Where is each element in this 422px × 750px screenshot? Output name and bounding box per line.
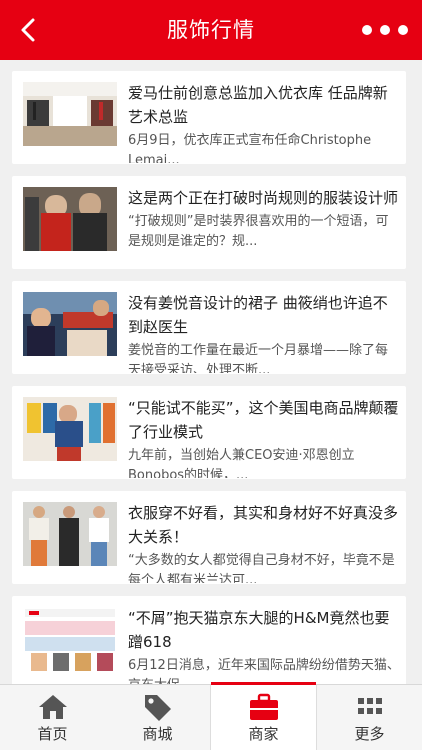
article-thumbnail	[23, 502, 117, 566]
tab-home-label: 首页	[37, 725, 68, 743]
dot-icon	[398, 25, 408, 35]
bottom-tab-bar: 首页 商城 商家 更多	[0, 682, 422, 750]
article-list: 爱马仕前创意总监加入优衣库 任品牌新艺术总监 6月9日，优衣库正式宣布任命Chr…	[0, 60, 422, 684]
list-item[interactable]: 衣服穿不好看，其实和身材好不好真没多大关系！ “大多数的女人都觉得自己身材不好，…	[12, 491, 406, 584]
article-title: “不屑”抱天猫京东大腿的H&M竟然也要蹭618	[128, 609, 390, 651]
tab-merchant[interactable]: 商家	[210, 682, 317, 750]
article-title: “只能试不能买”，这个美国电商品牌颠覆了行业模式	[128, 399, 399, 441]
tab-more-label: 更多	[354, 725, 385, 743]
article-summary: “打破规则”是时装界很喜欢用的一个短语，可是规则是谁定的？规...	[128, 214, 389, 249]
tab-more[interactable]: 更多	[317, 685, 422, 750]
tab-mall[interactable]: 商城	[105, 685, 210, 750]
tab-mall-label: 商城	[142, 725, 173, 743]
tab-merchant-label: 商家	[248, 725, 279, 743]
article-summary: 九年前，当创始人兼CEO安迪·邓恩创立Bonobos的时候，...	[128, 448, 355, 478]
article-thumbnail	[23, 82, 117, 146]
dot-icon	[380, 25, 390, 35]
article-summary: 姜悦音的工作量在最近一个月暴增——除了每天接受采访、处理不断...	[128, 343, 389, 373]
app-header: 服饰行情	[0, 0, 422, 60]
list-item[interactable]: 这是两个正在打破时尚规则的服装设计师 “打破规则”是时装界很喜欢用的一个短语，可…	[12, 176, 406, 269]
tag-icon	[142, 693, 174, 721]
article-title: 这是两个正在打破时尚规则的服装设计师	[128, 189, 399, 207]
more-menu-button[interactable]	[362, 20, 408, 40]
article-summary: “大多数的女人都觉得自己身材不好，毕竟不是每个人都有米兰达可...	[128, 553, 395, 583]
briefcase-icon	[248, 693, 280, 721]
article-thumbnail	[23, 397, 117, 461]
article-summary: 6月12日消息，近年来国际品牌纷纷借势天猫、京东大促...	[128, 658, 400, 684]
article-thumbnail	[23, 607, 117, 671]
article-thumbnail	[23, 187, 117, 251]
more-grid-icon	[354, 693, 386, 721]
article-title: 没有姜悦音设计的裙子 曲筱绡也许追不到赵医生	[128, 294, 388, 336]
list-item[interactable]: 爱马仕前创意总监加入优衣库 任品牌新艺术总监 6月9日，优衣库正式宣布任命Chr…	[12, 71, 406, 164]
list-item[interactable]: 没有姜悦音设计的裙子 曲筱绡也许追不到赵医生 姜悦音的工作量在最近一个月暴增——…	[12, 281, 406, 374]
article-title: 衣服穿不好看，其实和身材好不好真没多大关系！	[128, 504, 399, 546]
list-item[interactable]: “只能试不能买”，这个美国电商品牌颠覆了行业模式 九年前，当创始人兼CEO安迪·…	[12, 386, 406, 479]
article-summary: 6月9日，优衣库正式宣布任命Christophe Lemai...	[128, 133, 372, 163]
article-thumbnail	[23, 292, 117, 356]
page-title: 服饰行情	[167, 18, 255, 42]
home-icon	[37, 693, 69, 721]
tab-home[interactable]: 首页	[0, 685, 105, 750]
list-item[interactable]: “不屑”抱天猫京东大腿的H&M竟然也要蹭618 6月12日消息，近年来国际品牌纷…	[12, 596, 406, 684]
dot-icon	[362, 25, 372, 35]
article-title: 爱马仕前创意总监加入优衣库 任品牌新艺术总监	[128, 84, 388, 126]
